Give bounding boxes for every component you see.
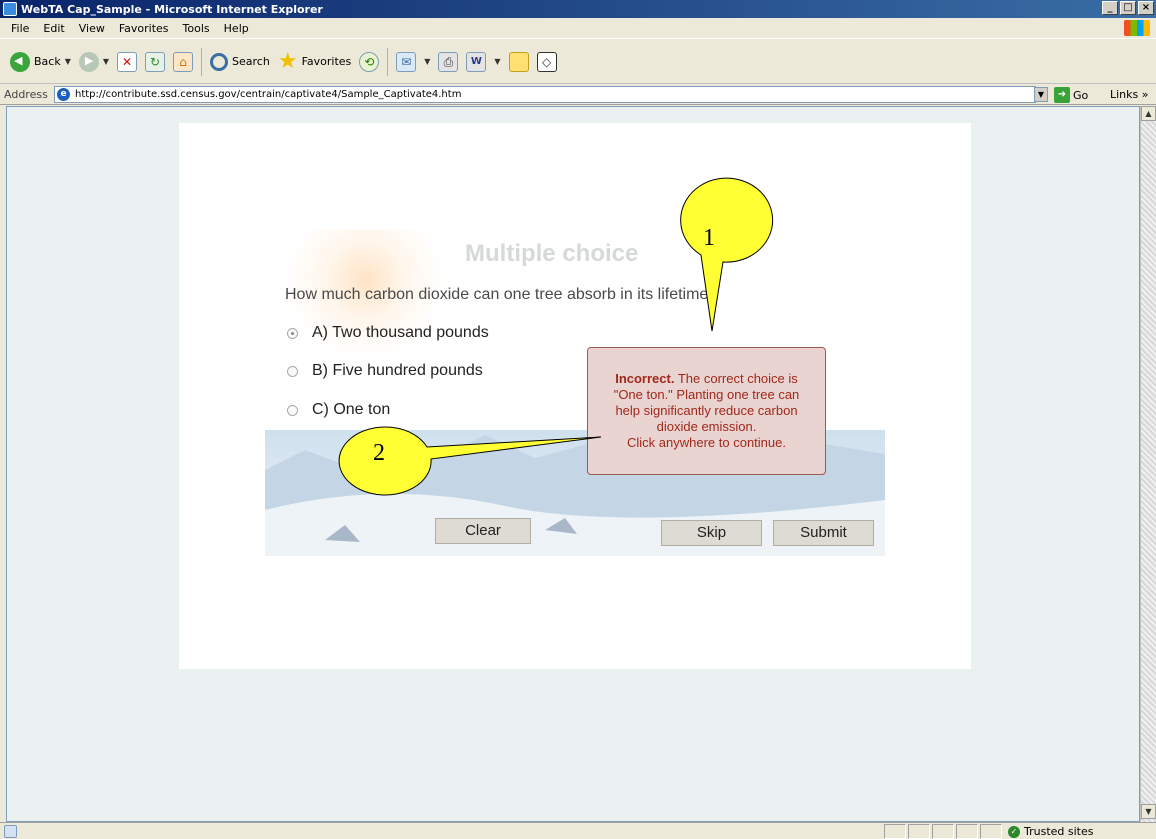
callout-overlay: 1 2 — [338, 177, 774, 496]
scroll-down-icon[interactable]: ▼ — [1141, 804, 1156, 819]
refresh-icon[interactable]: ↻ — [145, 51, 166, 72]
back-dropdown-icon[interactable]: ▼ — [65, 57, 71, 66]
callout-2-label: 2 — [373, 440, 385, 466]
callout-1-shape — [680, 177, 774, 332]
window-title: WebTA Cap_Sample - Microsoft Internet Ex… — [21, 2, 323, 16]
windows-logo-icon — [1124, 20, 1150, 36]
home-icon[interactable]: ⌂ — [173, 51, 194, 72]
status-pane — [932, 824, 954, 839]
toolbar-separator — [201, 47, 203, 76]
favorites-label: Favorites — [301, 55, 352, 68]
minimize-button[interactable]: _ — [1102, 1, 1118, 15]
vertical-scrollbar[interactable]: ▲ ▼ — [1140, 106, 1156, 822]
address-label: Address — [4, 88, 48, 101]
window-titlebar: WebTA Cap_Sample - Microsoft Internet Ex… — [0, 0, 1156, 18]
menu-favorites[interactable]: Favorites — [112, 22, 176, 35]
edit-dropdown-icon[interactable]: ▼ — [494, 57, 500, 66]
menu-help[interactable]: Help — [217, 22, 256, 35]
zone-label: Trusted sites — [1024, 825, 1094, 838]
callout-1-label: 1 — [703, 225, 715, 251]
menu-file[interactable]: File — [4, 22, 36, 35]
status-bar: ✓ Trusted sites — [0, 822, 1156, 839]
status-pane — [956, 824, 978, 839]
discuss-note-icon[interactable] — [508, 51, 529, 72]
search-icon — [210, 52, 229, 71]
back-label: Back — [34, 55, 61, 68]
address-input[interactable]: http://contribute.ssd.census.gov/centrai… — [54, 86, 1036, 103]
ie-window-icon — [3, 2, 17, 16]
menu-tools[interactable]: Tools — [176, 22, 217, 35]
mail-dropdown-icon[interactable]: ▼ — [424, 57, 430, 66]
favorites-button[interactable]: ★ Favorites — [277, 48, 352, 74]
mail-icon[interactable]: ✉ — [396, 51, 417, 72]
menu-view[interactable]: View — [72, 22, 112, 35]
toolbar: Back ▼ ▼ ✕ ↻ ⌂ Search ★ Favorites ⟲ ✉ ▼ … — [0, 40, 1156, 84]
address-dropdown-icon[interactable]: ▼ — [1034, 87, 1048, 102]
trusted-check-icon: ✓ — [1008, 825, 1020, 838]
go-label: Go — [1073, 88, 1089, 102]
links-button[interactable]: Links » — [1110, 88, 1148, 101]
page-ie-icon: e — [57, 88, 70, 101]
status-pane — [908, 824, 930, 839]
stop-icon[interactable]: ✕ — [117, 51, 138, 72]
back-arrow-icon — [10, 51, 30, 72]
compatibility-icon[interactable]: ◇ — [536, 51, 557, 72]
maximize-button[interactable]: □ — [1120, 1, 1136, 15]
page-content: Multiple choice How much carbon dioxide … — [6, 106, 1140, 822]
status-pane — [980, 824, 1002, 839]
back-button[interactable]: Back ▼ — [10, 51, 71, 72]
address-bar: Address http://contribute.ssd.census.gov… — [0, 85, 1156, 105]
forward-arrow-icon — [78, 51, 99, 72]
toolbar-separator — [387, 47, 389, 76]
status-page-icon — [4, 825, 17, 838]
close-button[interactable]: × — [1138, 1, 1154, 15]
menu-bar: File Edit View Favorites Tools Help — [0, 18, 1156, 39]
security-zone: ✓ Trusted sites — [1008, 824, 1094, 839]
go-arrow-icon: ➜ — [1054, 87, 1070, 103]
search-button[interactable]: Search — [210, 52, 270, 71]
scroll-up-icon[interactable]: ▲ — [1141, 106, 1156, 121]
print-icon[interactable]: ⎙ — [438, 51, 459, 72]
favorites-star-icon: ★ — [277, 48, 298, 74]
menu-edit[interactable]: Edit — [36, 22, 71, 35]
edit-word-icon[interactable]: W — [466, 51, 487, 72]
window-controls: _ □ × — [1102, 1, 1154, 15]
search-label: Search — [232, 55, 270, 68]
history-icon[interactable]: ⟲ — [359, 51, 380, 72]
go-button[interactable]: ➜ Go — [1054, 87, 1088, 103]
forward-button[interactable]: ▼ — [78, 51, 109, 72]
forward-dropdown-icon[interactable]: ▼ — [103, 57, 109, 66]
status-pane — [884, 824, 906, 839]
